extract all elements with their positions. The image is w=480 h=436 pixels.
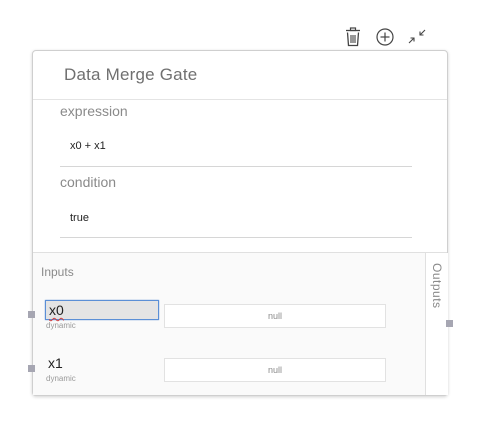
flow-canvas: Data Merge Gate expression x0 + x1 condi… (0, 0, 480, 436)
title-divider (33, 99, 447, 100)
input-default-x1[interactable]: null (164, 358, 386, 382)
input-port-kind-x0: dynamic (46, 321, 76, 330)
condition-field[interactable]: true (70, 212, 89, 224)
node-toolbar (340, 24, 430, 50)
expression-underline (60, 166, 412, 167)
outputs-label: Outputs (430, 263, 444, 309)
input-default-x0[interactable]: null (164, 304, 386, 328)
collapse-arrows-icon (408, 29, 426, 44)
inputs-label: Inputs (41, 265, 74, 279)
expression-field[interactable]: x0 + x1 (70, 140, 106, 152)
outputs-panel: Outputs (425, 253, 448, 395)
add-port-button[interactable] (372, 24, 398, 50)
inputs-panel: Inputs x0 dynamic null x1 dynamic null (33, 253, 425, 395)
input-handle-x1[interactable] (28, 365, 35, 372)
data-merge-gate-node[interactable]: Data Merge Gate expression x0 + x1 condi… (32, 50, 448, 396)
input-port-name-x0-text: x0 (49, 302, 64, 318)
input-port-name-x1[interactable]: x1 (45, 354, 159, 374)
input-port-name-x1-text: x1 (48, 355, 63, 371)
trash-icon (346, 27, 360, 47)
condition-label: condition (60, 174, 117, 190)
plus-circle-icon (376, 28, 394, 46)
output-handle[interactable] (446, 320, 453, 327)
input-port-kind-x1: dynamic (46, 374, 76, 383)
expression-label: expression (60, 103, 128, 119)
condition-underline (60, 237, 412, 238)
node-title: Data Merge Gate (64, 65, 198, 84)
delete-node-button[interactable] (340, 24, 366, 50)
input-handle-x0[interactable] (28, 311, 35, 318)
collapse-node-button[interactable] (404, 24, 430, 50)
input-port-name-x0[interactable]: x0 (45, 300, 159, 320)
